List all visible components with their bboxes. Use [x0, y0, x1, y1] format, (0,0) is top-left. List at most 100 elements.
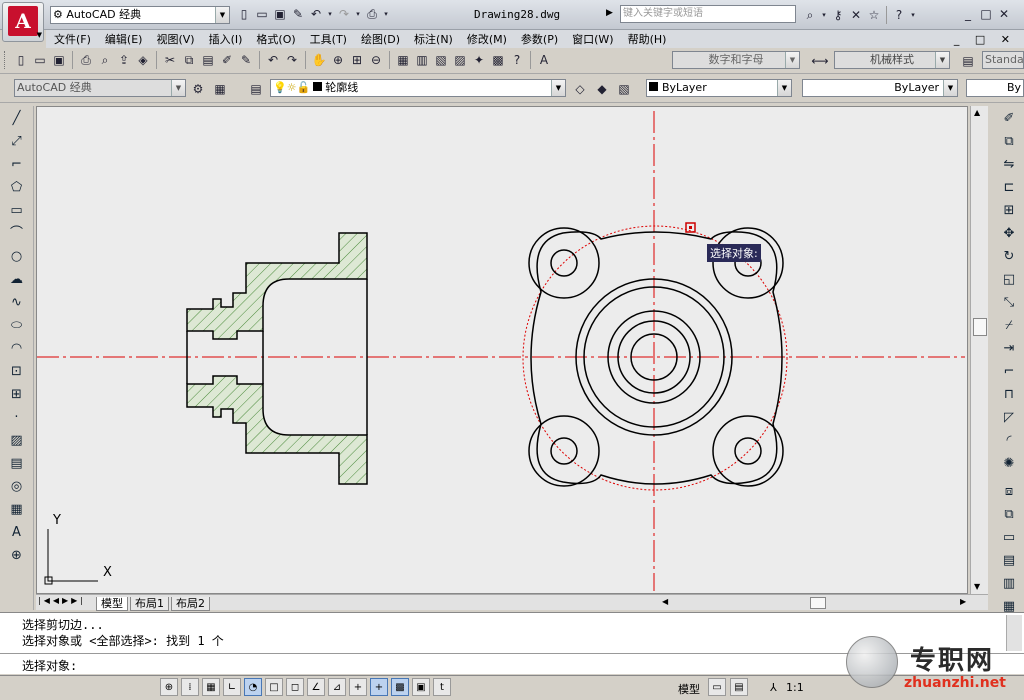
quick-view-drawings-icon[interactable]: ▤: [730, 678, 748, 696]
menu-format[interactable]: 格式(O): [256, 31, 295, 47]
plot-preview-icon[interactable]: ⌕: [97, 52, 113, 68]
quick-properties-icon[interactable]: ▣: [412, 678, 430, 696]
rectangle-icon[interactable]: ▭: [7, 201, 27, 221]
redo-icon[interactable]: ↷: [284, 52, 300, 68]
join-icon[interactable]: ⊓: [999, 385, 1019, 405]
markup-icon[interactable]: ✦: [471, 52, 487, 68]
linetype-select[interactable]: ByLayer ▼: [802, 79, 958, 97]
break-icon[interactable]: ⌐: [999, 362, 1019, 382]
star-icon[interactable]: ☆: [866, 7, 882, 23]
quickcalc-icon[interactable]: ▩: [490, 52, 506, 68]
undo-icon[interactable]: ↶: [265, 52, 281, 68]
annotation-scale-value[interactable]: 1:1: [786, 681, 804, 694]
revision-cloud-icon[interactable]: ☁: [7, 270, 27, 290]
scale-icon[interactable]: ◱: [999, 270, 1019, 290]
stretch-icon[interactable]: ⤡: [999, 293, 1019, 313]
search-options-icon[interactable]: ▾: [820, 7, 828, 23]
scroll-right-icon[interactable]: ▶: [960, 597, 966, 606]
polar-tracking-icon[interactable]: ◔: [244, 678, 262, 696]
help-icon[interactable]: ?: [509, 52, 525, 68]
chamfer-icon[interactable]: ◸: [999, 408, 1019, 428]
help-icon[interactable]: ?: [891, 7, 907, 23]
tab-layout2[interactable]: 布局2: [171, 597, 210, 611]
text-style-select[interactable]: 数字和字母 ▼: [672, 51, 800, 69]
copy-icon[interactable]: ⧉: [181, 52, 197, 68]
zoom-previous-icon[interactable]: ⊖: [368, 52, 384, 68]
pan-icon[interactable]: ✋: [311, 52, 327, 68]
menu-insert[interactable]: 插入(I): [209, 31, 243, 47]
key-icon[interactable]: ⚷: [830, 7, 846, 23]
vertical-scrollbar[interactable]: ▲ ▼: [970, 106, 988, 610]
menu-tools[interactable]: 工具(T): [310, 31, 347, 47]
gradient-icon[interactable]: ▤: [7, 454, 27, 474]
menu-modify[interactable]: 修改(M): [467, 31, 507, 47]
menu-help[interactable]: 帮助(H): [628, 31, 667, 47]
layer-properties-icon[interactable]: ▤: [248, 81, 264, 97]
exchange-icon[interactable]: ✕: [848, 7, 864, 23]
object-snap-tracking-icon[interactable]: ∠: [307, 678, 325, 696]
lineweight-select[interactable]: By: [966, 79, 1024, 97]
polygon-icon[interactable]: ⬠: [7, 178, 27, 198]
menu-view[interactable]: 视图(V): [156, 31, 194, 47]
open-folder-icon[interactable]: ▭: [254, 6, 270, 22]
redo-icon[interactable]: ↷: [336, 6, 352, 22]
redo-dropdown-icon[interactable]: ▾: [354, 6, 362, 22]
color-select[interactable]: ByLayer ▼: [646, 79, 792, 97]
region-icon[interactable]: ◎: [7, 477, 27, 497]
horizontal-scroll-thumb[interactable]: [810, 597, 826, 609]
command-prompt-input[interactable]: 选择对象:: [22, 657, 77, 674]
undo-icon[interactable]: ↶: [308, 6, 324, 22]
rotate-icon[interactable]: ↻: [999, 247, 1019, 267]
table-style-icon[interactable]: ▤: [960, 53, 976, 69]
add-selected-icon[interactable]: ⊕: [7, 546, 27, 566]
workspace-select[interactable]: AutoCAD 经典 ▼: [14, 79, 186, 97]
dimension-style-icon[interactable]: ⟷: [811, 53, 828, 69]
infer-constraints-icon[interactable]: ⊕: [160, 678, 178, 696]
search-input[interactable]: 键入关键字或短语: [620, 5, 796, 23]
drawing-canvas[interactable]: 选择对象: Y X: [36, 106, 968, 594]
workspace-settings-icon[interactable]: ⚙: [190, 81, 206, 97]
transparency-icon[interactable]: ▩: [391, 678, 409, 696]
binoculars-icon[interactable]: ⌕: [802, 7, 818, 23]
quick-view-layouts-icon[interactable]: ▭: [708, 678, 726, 696]
make-block-icon[interactable]: ⊞: [7, 385, 27, 405]
move-icon[interactable]: ✥: [999, 224, 1019, 244]
vertical-scroll-thumb[interactable]: [973, 318, 987, 336]
menu-parametric[interactable]: 参数(P): [521, 31, 558, 47]
3d-osnap-icon[interactable]: ◻: [286, 678, 304, 696]
fillet-icon[interactable]: ◜: [999, 431, 1019, 451]
insert-block-icon[interactable]: ⊡: [7, 362, 27, 382]
tab-layout1[interactable]: 布局1: [130, 597, 169, 611]
layer-select[interactable]: 💡☼🔓 轮廓线 ▼: [270, 79, 566, 97]
menu-window[interactable]: 窗口(W): [572, 31, 613, 47]
properties-icon[interactable]: ▦: [395, 52, 411, 68]
allow-dynamic-ucs-icon[interactable]: ⊿: [328, 678, 346, 696]
menu-draw[interactable]: 绘图(D): [361, 31, 400, 47]
cut-icon[interactable]: ✂: [162, 52, 178, 68]
snap-mode-icon[interactable]: ⁞: [181, 678, 199, 696]
explode-icon[interactable]: ✺: [999, 454, 1019, 474]
block-editor-icon[interactable]: ✎: [238, 52, 254, 68]
match-properties-icon[interactable]: ✐: [219, 52, 235, 68]
dynamic-input-icon[interactable]: +: [349, 678, 367, 696]
command-scrollbar[interactable]: [1006, 615, 1022, 651]
zoom-window-icon[interactable]: ⊞: [349, 52, 365, 68]
zoom-realtime-icon[interactable]: ⊕: [330, 52, 346, 68]
minimize-icon[interactable]: _: [960, 6, 976, 22]
design-center-icon[interactable]: ▥: [414, 52, 430, 68]
ellipse-arc-icon[interactable]: ◠: [7, 339, 27, 359]
scroll-up-icon[interactable]: ▲: [974, 108, 980, 117]
object-snap-icon[interactable]: □: [265, 678, 283, 696]
dimension-style-select[interactable]: 机械样式 ▼: [834, 51, 950, 69]
menu-edit[interactable]: 编辑(E): [105, 31, 143, 47]
workspace-select[interactable]: ⚙ AutoCAD 经典 ▼: [50, 6, 230, 24]
plot-icon[interactable]: ⎙: [78, 52, 94, 68]
above-object-icon[interactable]: ▤: [999, 551, 1019, 571]
menu-file[interactable]: 文件(F): [54, 31, 91, 47]
save-icon[interactable]: ▣: [272, 6, 288, 22]
menu-dimension[interactable]: 标注(N): [414, 31, 453, 47]
save-icon[interactable]: ▣: [51, 52, 67, 68]
new-file-icon[interactable]: ▯: [236, 6, 252, 22]
grid-display-icon[interactable]: ▦: [202, 678, 220, 696]
model-space-label[interactable]: 模型: [678, 681, 700, 697]
